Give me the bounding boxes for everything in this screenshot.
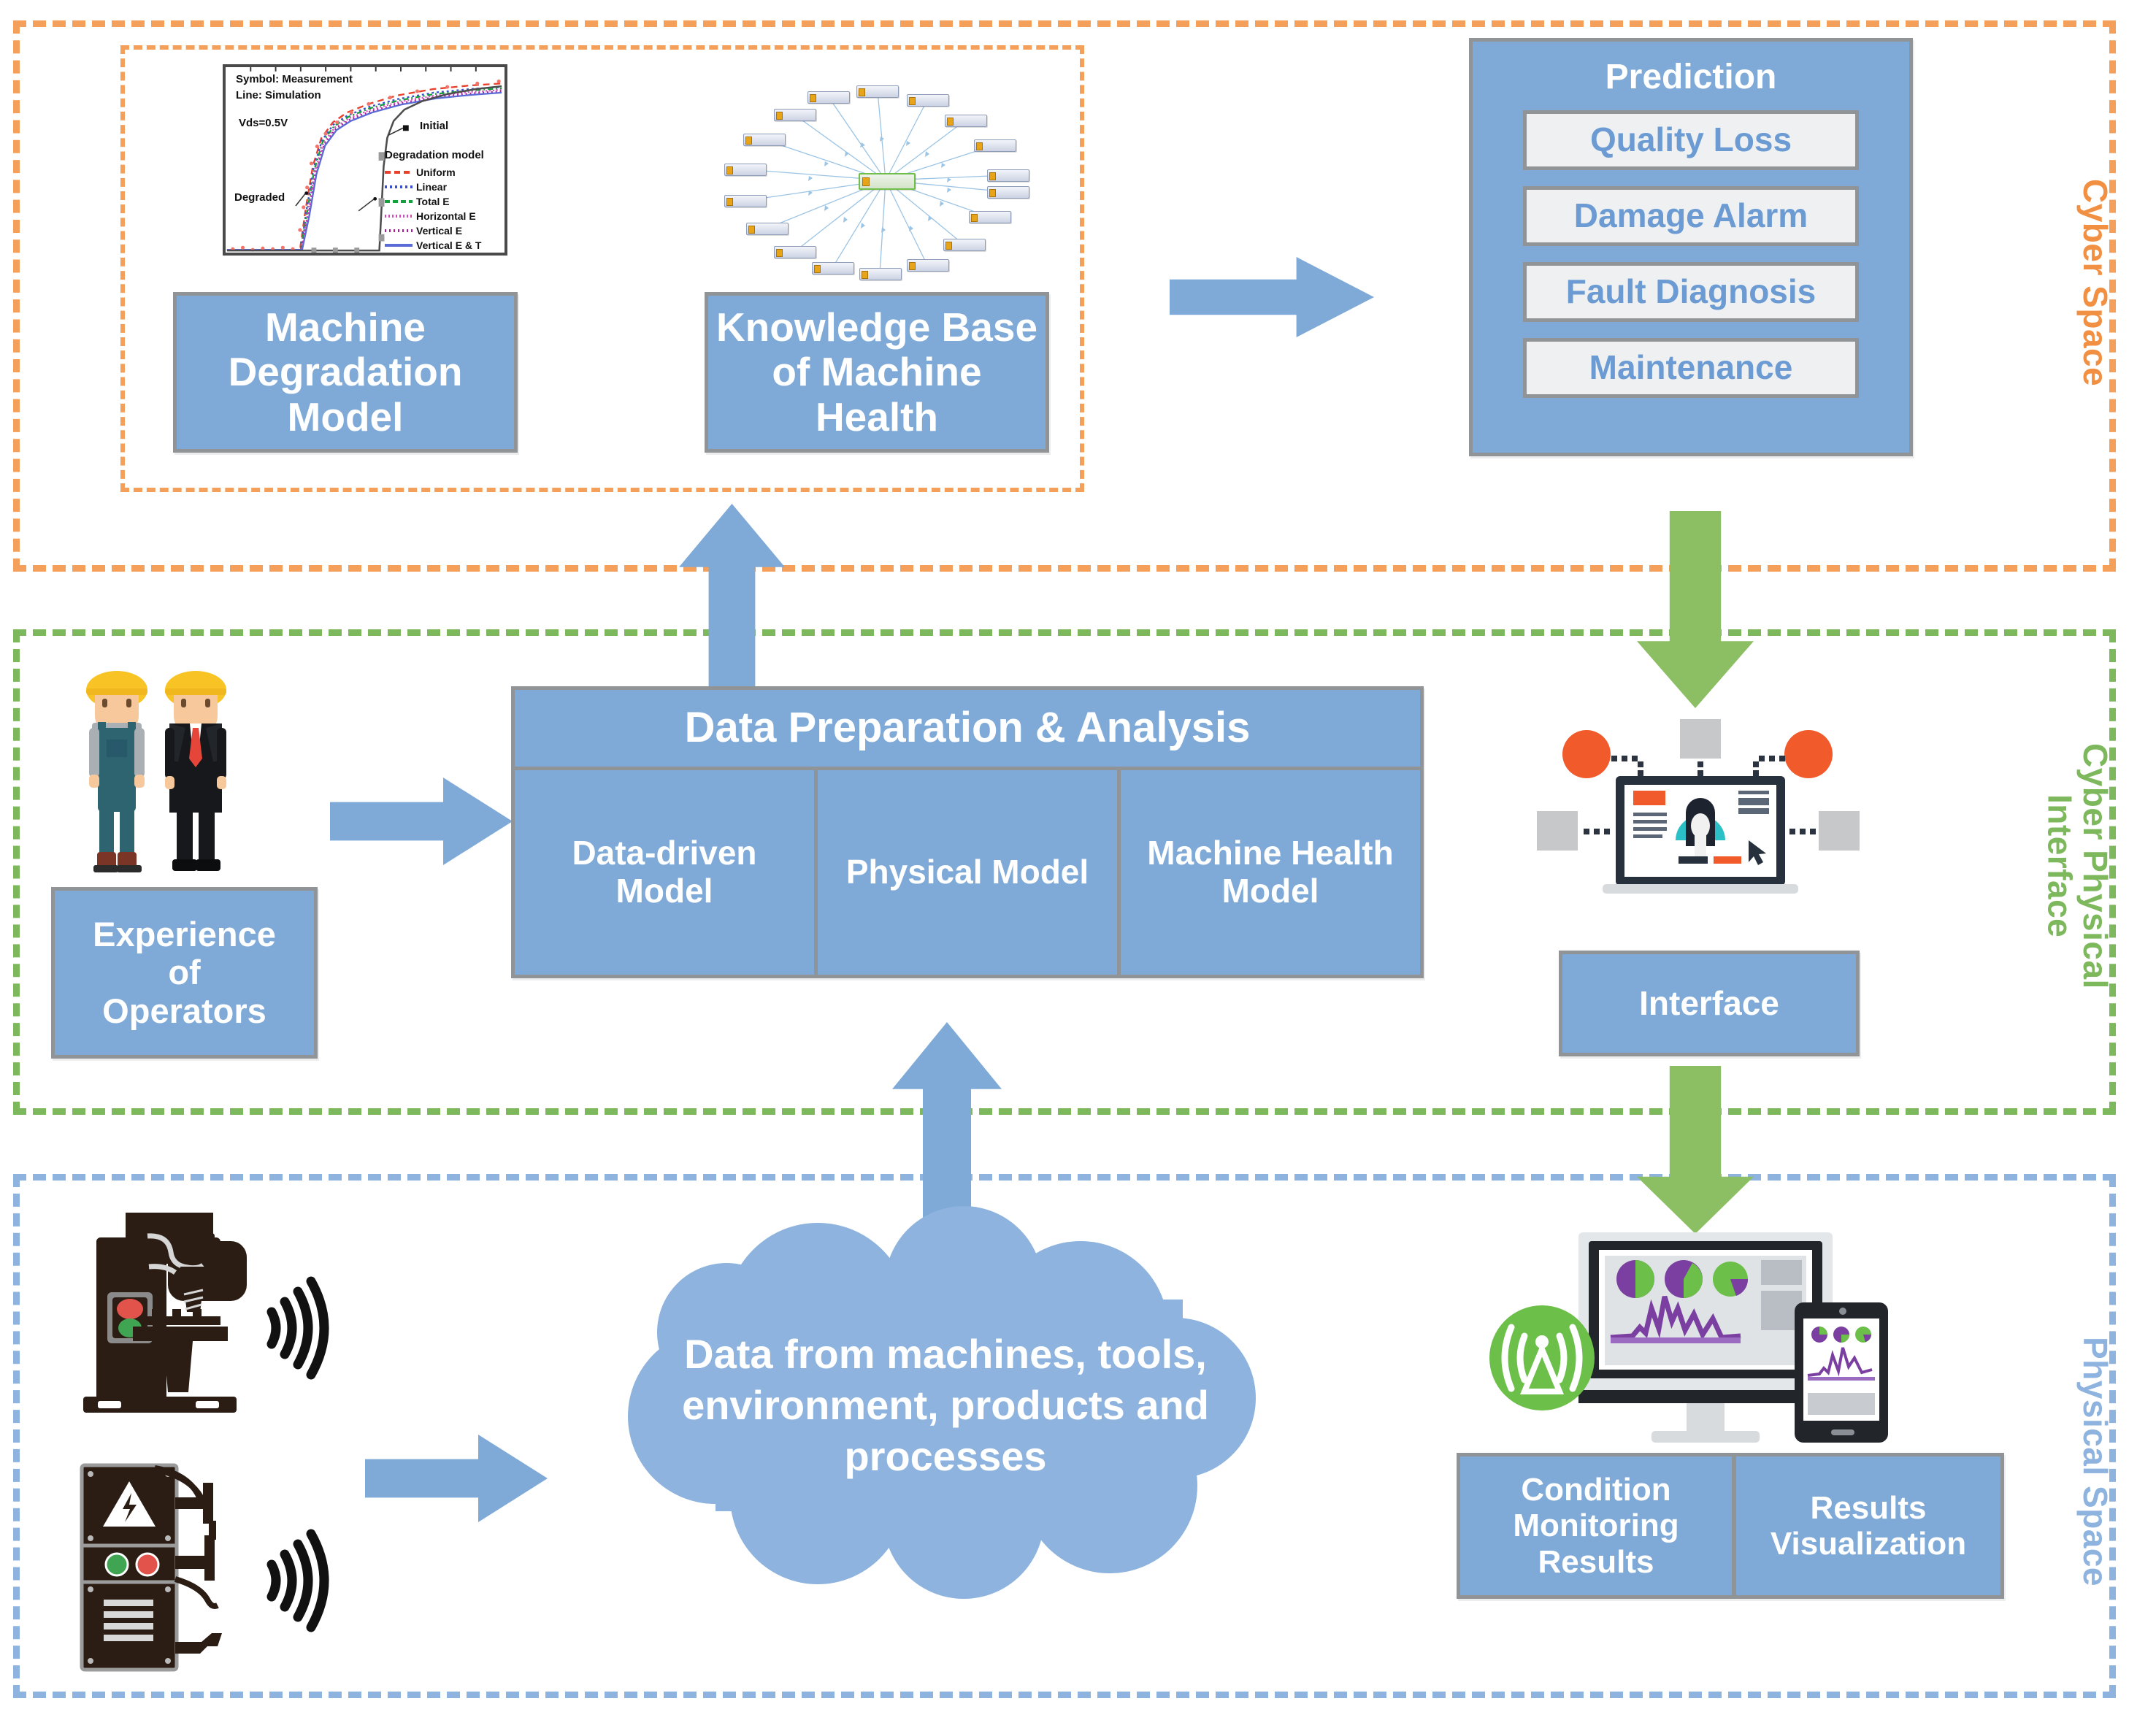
data-prep-cells: Data-driven Model Physical Model Machine… (515, 770, 1420, 975)
operators-icon-group (86, 671, 226, 872)
chart-annotation-0: Symbol: Measurement (236, 73, 353, 85)
kb-label-line3: Health (815, 394, 939, 439)
data-prep-cell-physical-model[interactable]: Physical Model (818, 770, 1121, 975)
region-physical-space-label: Physical Space (2076, 1337, 2114, 1586)
interface-label: Interface (1639, 983, 1779, 1022)
prediction-item-maintenance[interactable]: Maintenance (1523, 337, 1859, 398)
tablet-dashboard-icon (1795, 1302, 1888, 1443)
region-cpi-label: Cyber Physical Interface (2041, 694, 2114, 1037)
kg-node (943, 239, 986, 251)
prediction-title: Prediction (1605, 58, 1777, 96)
pie-chart-group (1616, 1260, 1749, 1298)
kg-node (774, 109, 816, 121)
rv-line2: Visualization (1770, 1526, 1967, 1562)
degradation-label-line3: Model (287, 394, 404, 439)
kb-label-line2: of Machine (772, 349, 982, 395)
data-prep-cell-data-driven-model[interactable]: Data-driven Model (515, 770, 818, 975)
chart-annotation-3: Degraded (234, 191, 285, 204)
signal-tower-icon (1489, 1305, 1595, 1410)
legend-swatch-linear (385, 185, 413, 188)
chart-legend-item-3: Horizontal E (385, 210, 476, 222)
degradation-label-line2: Degradation (228, 349, 463, 395)
kg-node (907, 94, 949, 107)
electrical-cabinet-icon (80, 1463, 329, 1672)
cmr-line2: Monitoring (1513, 1508, 1679, 1544)
worker-operator-icon (86, 671, 147, 872)
chart-legend-item-0: Uniform (385, 166, 456, 178)
cloud-line1: Data from machines, tools, (684, 1331, 1207, 1377)
cloud-line3: processes (844, 1433, 1047, 1479)
chart-annotation-4: Initial (420, 120, 449, 132)
kg-node (945, 115, 987, 127)
chart-legend-title: Degradation model (385, 149, 484, 161)
kg-node (987, 186, 1029, 199)
prediction-panel: Prediction Quality Loss Damage Alarm Fau… (1469, 38, 1913, 456)
kb-label-line1: Knowledge Base (716, 304, 1038, 350)
chart-legend-item-4: Vertical E (385, 225, 462, 237)
experience-label-line3: Operators (102, 991, 266, 1030)
chart-plot-area: Symbol: Measurement Line: Simulation Vds… (223, 64, 507, 256)
region-cyber-space-label: Cyber Space (2076, 178, 2114, 387)
experience-label-line1: Experience (93, 914, 276, 953)
kg-node (856, 85, 899, 98)
interface-box[interactable]: Interface (1559, 951, 1860, 1056)
degradation-label-line1: Machine (264, 304, 426, 350)
data-preparation-analysis-panel: Data Preparation & Analysis Data-driven … (511, 686, 1424, 978)
data-cloud: Data from machines, tools, environment, … (599, 1205, 1292, 1599)
prediction-item-damage-alarm[interactable]: Damage Alarm (1523, 185, 1859, 246)
monitor-dashboard-icon (1489, 1232, 1888, 1443)
kg-node (807, 91, 850, 104)
data-prep-title: Data Preparation & Analysis (515, 690, 1420, 770)
knowledge-graph-diagram (716, 69, 1044, 288)
kg-node (859, 268, 902, 280)
data-prep-cell-machine-health-model[interactable]: Machine Health Model (1121, 770, 1420, 975)
kg-node (969, 211, 1011, 223)
cloud-line2: environment, products and (682, 1382, 1209, 1428)
chart-legend-item-5: Vertical E & T (385, 239, 481, 251)
cloud-text: Data from machines, tools, environment, … (642, 1329, 1248, 1482)
kg-node (724, 164, 767, 176)
results-visualization-box[interactable]: Results Visualization (1734, 1453, 2004, 1599)
experience-of-operators-box[interactable]: Experience of Operators (51, 887, 318, 1059)
cmr-line1: Condition (1521, 1472, 1671, 1508)
prediction-item-quality-loss[interactable]: Quality Loss (1523, 110, 1859, 170)
engineer-manager-icon (165, 671, 226, 871)
prediction-item-fault-diagnosis[interactable]: Fault Diagnosis (1523, 261, 1859, 322)
drill-press-icon (83, 1213, 329, 1413)
legend-swatch-horizontal-e (385, 215, 413, 218)
legend-swatch-vertical-e-t (385, 244, 413, 247)
chart-annotation-2: Vds=0.5V (239, 117, 288, 129)
experience-label-line2: of (168, 953, 201, 992)
kg-node (974, 139, 1016, 152)
degradation-chart: Symbol: Measurement Line: Simulation Vds… (175, 58, 515, 285)
chart-legend-item-1: Linear (385, 181, 447, 193)
condition-monitoring-results-box[interactable]: Condition Monitoring Results (1457, 1453, 1734, 1599)
knowledge-base-box[interactable]: Knowledge Base of Machine Health (705, 292, 1049, 453)
rv-line1: Results (1810, 1489, 1927, 1526)
cmr-line3: Results (1538, 1543, 1654, 1580)
laptop-user-interface-icon (1537, 719, 1860, 894)
legend-swatch-uniform (385, 171, 413, 174)
wireless-signal-icon (266, 1276, 329, 1380)
machine-degradation-model-box[interactable]: Machine Degradation Model (173, 292, 518, 453)
kg-center-node (859, 173, 916, 190)
legend-swatch-vertical-e (385, 229, 413, 232)
wireless-signal-icon (266, 1529, 329, 1632)
kg-node (774, 246, 816, 258)
region-cpi-label-line2: Interface (2041, 794, 2079, 938)
kg-node (743, 134, 786, 146)
chart-legend-item-2: Total E (385, 196, 450, 207)
kg-node (987, 169, 1029, 182)
kg-node (812, 262, 854, 275)
kg-node (724, 195, 767, 207)
legend-swatch-total-e (385, 200, 413, 203)
chart-annotation-1: Line: Simulation (236, 89, 321, 101)
region-cpi-label-line1: Cyber Physical (2076, 742, 2114, 989)
kg-node (907, 259, 949, 272)
kg-node (746, 223, 789, 235)
